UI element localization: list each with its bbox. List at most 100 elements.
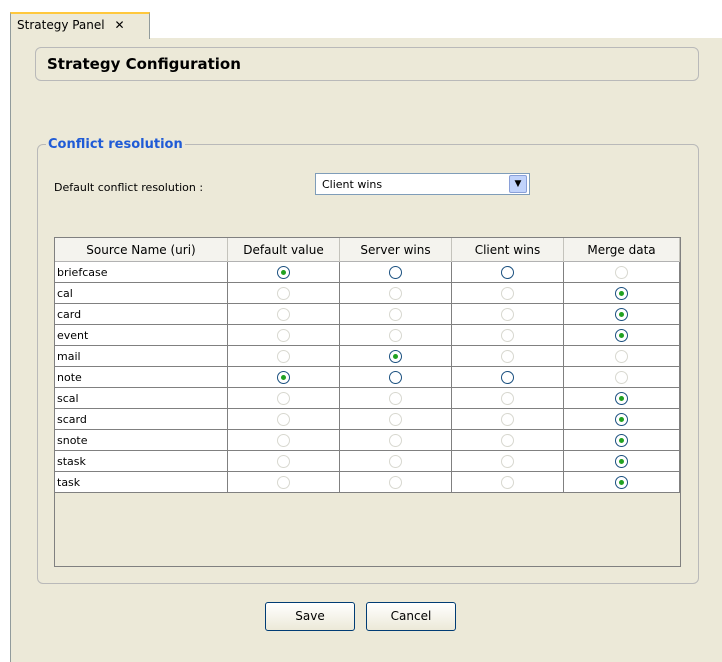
radio-cell	[228, 451, 340, 471]
radio-cell	[452, 283, 564, 303]
strategy-radio	[501, 454, 514, 468]
column-header[interactable]: Client wins	[452, 238, 564, 262]
radio-cell	[564, 325, 680, 345]
default-conflict-select[interactable]: Client wins ▼	[315, 173, 530, 195]
table-row: note	[55, 367, 680, 388]
strategy-panel: Strategy Configuration Conflict resoluti…	[10, 38, 722, 662]
strategy-radio	[277, 328, 290, 342]
radio-cell	[452, 472, 564, 492]
radio-cell	[564, 451, 680, 471]
source-name-cell: task	[55, 472, 228, 492]
radio-cell	[452, 304, 564, 324]
strategy-radio	[389, 433, 402, 447]
radio-cell	[228, 325, 340, 345]
tab-strip: Strategy Panel ✕	[0, 0, 722, 39]
select-value: Client wins	[322, 178, 383, 191]
strategy-radio	[501, 475, 514, 489]
radio-cell	[564, 262, 680, 282]
table-body: briefcase cal card event mail note scal scard sn…	[55, 262, 680, 493]
strategy-radio[interactable]	[615, 433, 628, 447]
strategy-radio	[389, 286, 402, 300]
radio-cell	[228, 304, 340, 324]
strategy-radio	[501, 349, 514, 363]
source-name-cell: event	[55, 325, 228, 345]
header-box: Strategy Configuration	[35, 47, 699, 81]
source-name-cell: cal	[55, 283, 228, 303]
strategy-radio	[615, 265, 628, 279]
column-header[interactable]: Server wins	[340, 238, 452, 262]
radio-cell	[452, 346, 564, 366]
radio-cell	[564, 472, 680, 492]
radio-cell	[340, 325, 452, 345]
radio-cell	[564, 346, 680, 366]
radio-cell	[564, 430, 680, 450]
close-icon[interactable]: ✕	[114, 18, 124, 32]
strategy-radio	[389, 454, 402, 468]
table-row: mail	[55, 346, 680, 367]
radio-cell	[228, 283, 340, 303]
strategy-table: Source Name (uri) Default value Server win…	[54, 237, 681, 567]
radio-cell	[564, 409, 680, 429]
column-header[interactable]: Default value	[228, 238, 340, 262]
strategy-radio	[277, 307, 290, 321]
radio-cell	[340, 304, 452, 324]
group-legend: Conflict resolution	[46, 137, 185, 152]
strategy-radio	[501, 433, 514, 447]
radio-cell	[340, 430, 452, 450]
table-row: scal	[55, 388, 680, 409]
strategy-radio	[501, 412, 514, 426]
strategy-radio[interactable]	[615, 412, 628, 426]
radio-cell	[340, 283, 452, 303]
strategy-radio[interactable]	[615, 307, 628, 321]
radio-cell	[340, 388, 452, 408]
strategy-radio	[277, 286, 290, 300]
radio-cell	[452, 325, 564, 345]
cancel-button[interactable]: Cancel	[366, 602, 456, 631]
strategy-radio	[389, 391, 402, 405]
strategy-radio[interactable]	[615, 454, 628, 468]
strategy-radio[interactable]	[277, 370, 290, 384]
radio-cell	[452, 367, 564, 387]
radio-cell	[228, 409, 340, 429]
table-header: Source Name (uri) Default value Server win…	[55, 238, 680, 262]
radio-cell	[564, 283, 680, 303]
strategy-radio	[389, 307, 402, 321]
strategy-radio	[615, 370, 628, 384]
source-name-cell: scal	[55, 388, 228, 408]
column-header[interactable]: Source Name (uri)	[55, 238, 228, 262]
save-button[interactable]: Save	[265, 602, 355, 631]
tab-strategy-panel[interactable]: Strategy Panel ✕	[10, 12, 150, 39]
strategy-radio[interactable]	[615, 328, 628, 342]
strategy-radio[interactable]	[501, 265, 514, 279]
tab-label: Strategy Panel	[17, 18, 105, 32]
strategy-radio[interactable]	[389, 349, 402, 363]
radio-cell	[340, 451, 452, 471]
default-conflict-label: Default conflict resolution :	[54, 181, 204, 194]
radio-cell	[228, 472, 340, 492]
column-header[interactable]: Merge data	[564, 238, 680, 262]
strategy-radio[interactable]	[615, 391, 628, 405]
table-row: snote	[55, 430, 680, 451]
strategy-radio	[501, 307, 514, 321]
strategy-radio	[277, 433, 290, 447]
radio-cell	[452, 388, 564, 408]
strategy-radio	[389, 328, 402, 342]
strategy-radio	[389, 475, 402, 489]
table-row: briefcase	[55, 262, 680, 283]
strategy-radio	[277, 454, 290, 468]
strategy-radio[interactable]	[615, 286, 628, 300]
strategy-radio[interactable]	[389, 370, 402, 384]
strategy-radio[interactable]	[615, 475, 628, 489]
conflict-resolution-group: Conflict resolution Default conflict res…	[37, 137, 699, 584]
table-row: event	[55, 325, 680, 346]
source-name-cell: snote	[55, 430, 228, 450]
strategy-radio[interactable]	[277, 265, 290, 279]
strategy-radio[interactable]	[501, 370, 514, 384]
chevron-down-icon[interactable]: ▼	[509, 175, 527, 193]
strategy-radio[interactable]	[389, 265, 402, 279]
source-name-cell: briefcase	[55, 262, 228, 282]
table-row: task	[55, 472, 680, 493]
radio-cell	[228, 388, 340, 408]
strategy-radio	[501, 286, 514, 300]
strategy-radio	[501, 391, 514, 405]
